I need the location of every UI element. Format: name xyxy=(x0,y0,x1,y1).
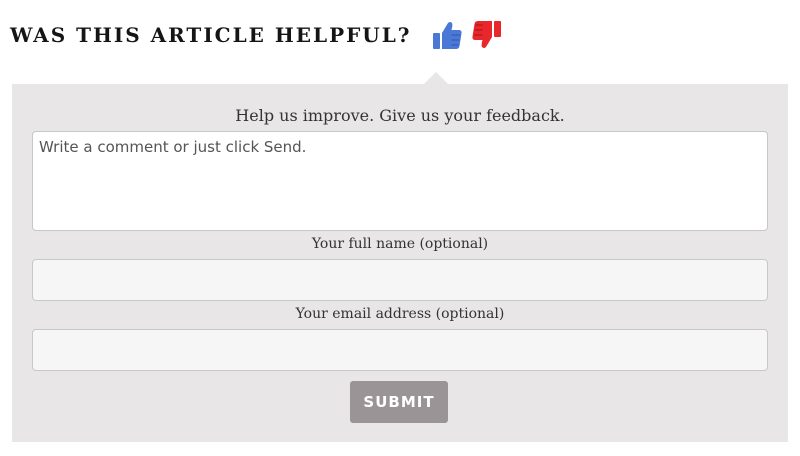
thumbs-up-button[interactable] xyxy=(430,18,464,52)
comment-textarea[interactable] xyxy=(32,131,768,231)
email-label: Your email address (optional) xyxy=(295,306,505,322)
feedback-prompt: Help us improve. Give us your feedback. xyxy=(235,106,565,125)
feedback-title: WAS THIS ARTICLE HELPFUL? xyxy=(10,23,412,47)
thumbs-down-icon xyxy=(471,21,501,48)
email-field[interactable] xyxy=(32,329,768,371)
submit-button[interactable]: SUBMIT xyxy=(350,381,448,423)
panel-pointer xyxy=(424,72,448,84)
feedback-header: WAS THIS ARTICLE HELPFUL? xyxy=(10,18,504,52)
thumbs-down-button[interactable] xyxy=(470,18,504,52)
feedback-panel: Help us improve. Give us your feedback. … xyxy=(12,84,788,442)
name-field[interactable] xyxy=(32,259,768,301)
name-label: Your full name (optional) xyxy=(311,236,489,252)
thumbs-up-icon xyxy=(432,22,462,49)
